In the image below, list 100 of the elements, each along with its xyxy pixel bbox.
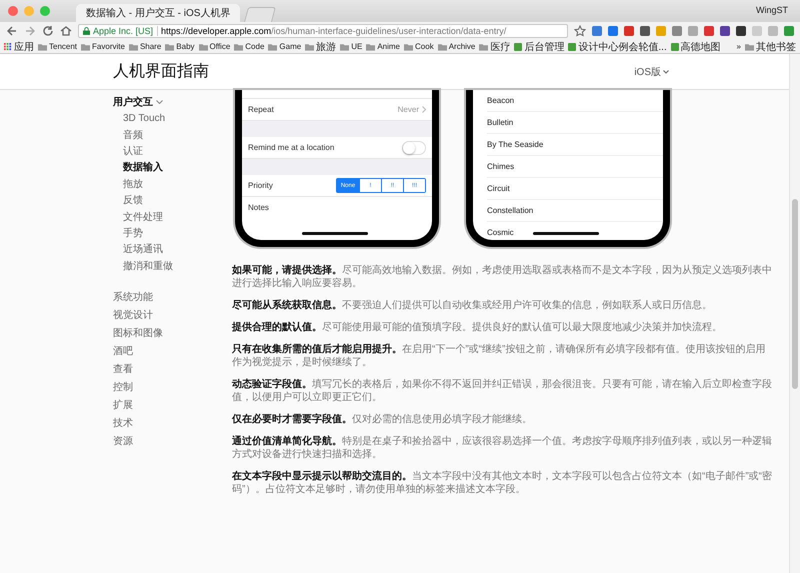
platform-menu[interactable]: iOS版 <box>634 64 669 78</box>
bookmark[interactable]: Game <box>268 42 302 51</box>
bookmark[interactable]: 设计中心例会轮值... <box>568 40 667 54</box>
lock-icon <box>83 27 90 35</box>
star-icon[interactable] <box>574 25 586 37</box>
row-label: Notes <box>248 203 269 212</box>
bookmark[interactable]: 后台管理 <box>514 40 564 54</box>
guideline-paragraph: 在文本字段中显示提示以帮助交流目的。当文本字段中没有其他文本时，文本字段可以包含占位符文本（如“电子邮件”或“密码”）。占位符文本足够时，请勿使用单独的标签来描述文本字段。 <box>232 470 773 496</box>
home-indicator <box>533 232 599 235</box>
folder-icon <box>165 42 174 50</box>
forward-icon[interactable] <box>24 25 36 37</box>
sidebar-item[interactable]: 扩展 <box>113 396 230 414</box>
sidebar-item[interactable]: 图标和图像 <box>113 324 230 342</box>
folder-icon <box>479 42 488 50</box>
guideline-paragraph: 只有在收集所需的值后才能启用提升。在启用“下一个”或“继续”按钮之前，请确保所有必填字段都有值。使用该按钮的启用作为视觉提示，是时候继续了。 <box>232 343 766 369</box>
bookmark[interactable]: Favorvite <box>81 42 125 51</box>
bookmark[interactable]: Tencent <box>38 42 78 51</box>
site-favicon-icon <box>670 42 679 50</box>
guideline-paragraph: 如果可能，请提供选择。尽可能高效地输入数据。例如，考虑使用选取器或表格而不是文本字段，因为从预定义选项列表中进行选择比输入响应要容易。 <box>232 264 773 290</box>
sidebar-item[interactable]: 查看 <box>113 360 230 378</box>
sidebar-subitem[interactable]: 撤消和重做 <box>123 258 230 274</box>
sidebar-item[interactable]: 技术 <box>113 414 230 432</box>
toggle-switch[interactable] <box>402 140 426 154</box>
sidebar-subitem[interactable]: 手势 <box>123 224 230 242</box>
bookmark[interactable]: Cook <box>404 42 434 51</box>
bookmark[interactable]: Baby <box>165 42 195 51</box>
guideline-paragraph: 动态验证字段值。填写冗长的表格后，如果你不得不返回并纠正错误，那会很沮丧。只要有可能，请在输入后立即检查字段值，以便用户可以立即更正它们。 <box>232 378 773 404</box>
sidebar-subitem[interactable]: 认证 <box>123 142 230 160</box>
chevron-right-icon <box>422 106 426 113</box>
bookmark[interactable]: Code <box>234 42 264 51</box>
browser-tab[interactable]: 数据输入 - 用户交互 - iOS人机界 <box>76 4 240 22</box>
chevron-down-icon <box>663 70 669 74</box>
bookmark[interactable]: UE <box>340 42 362 51</box>
guideline-paragraph: 仅在必要时才需要字段值。仅对必需的信息使用必填字段才能继续。 <box>232 413 533 426</box>
back-icon[interactable] <box>6 25 18 37</box>
scrollbar-thumb[interactable] <box>792 199 798 389</box>
row-label: Repeat <box>248 105 274 114</box>
sidebar-item[interactable]: 视觉设计 <box>113 306 230 324</box>
close-icon[interactable] <box>8 6 18 16</box>
sidebar-item[interactable]: 资源 <box>113 432 230 450</box>
bookmark[interactable]: Office <box>198 42 230 51</box>
bookmark[interactable]: 高德地图 <box>670 40 721 54</box>
minimize-icon[interactable] <box>24 6 34 16</box>
bookmark[interactable]: Archive <box>438 42 476 51</box>
guideline-paragraph: 通过价值清单简化导航。特别是在桌子和捡拾器中，应该很容易选择一个值。考虑按字母顺序排列值列表，或以另一种逻辑方式对设备进行快速扫描和选择。 <box>232 435 773 461</box>
bookmark[interactable]: 医疗 <box>479 40 510 54</box>
bookmark[interactable]: 其他书签 <box>745 40 796 54</box>
folder-icon <box>404 42 414 50</box>
sidebar-subitem[interactable]: 音频 <box>123 126 230 143</box>
profile-name[interactable]: WingST <box>756 5 788 15</box>
maximize-icon[interactable] <box>40 6 50 16</box>
folder-icon <box>268 42 278 50</box>
folder-icon <box>745 42 754 50</box>
list-item[interactable]: By The Seaside <box>487 134 663 156</box>
folder-icon <box>340 42 350 50</box>
sidebar-subitem[interactable]: 拖放 <box>123 176 230 192</box>
url-text: https://developer.apple.com/ios/human-interface-guidelines/user-interaction/data-entry/ <box>161 26 506 36</box>
sidebar-subitem[interactable]: 近场通讯 <box>123 241 230 258</box>
folder-icon <box>305 42 314 50</box>
row-label: Remind me at a location <box>248 143 334 152</box>
sidebar-item[interactable]: 酒吧 <box>113 342 230 360</box>
sidebar-subitem[interactable]: 反馈 <box>123 192 230 208</box>
guideline-paragraph: 提供合理的默认值。尽可能使用最可能的值预填字段。提供良好的默认值可以最大限度地减少决策并加快流程。 <box>232 321 723 334</box>
home-icon[interactable] <box>60 25 72 37</box>
sidebar-subitem[interactable]: 文件处理 <box>123 208 230 225</box>
list-item[interactable]: Constellation <box>487 200 663 222</box>
folder-icon <box>198 42 208 50</box>
sidebar-subitem[interactable]: 数据输入 <box>123 159 230 176</box>
bookmark[interactable]: 应用 <box>4 40 34 54</box>
home-indicator <box>302 232 368 235</box>
new-tab-button[interactable] <box>244 7 276 22</box>
sidebar-item[interactable]: 用户交互 <box>113 94 230 110</box>
site-favicon-icon <box>514 42 522 50</box>
folder-icon <box>438 42 447 50</box>
folder-icon <box>234 42 244 50</box>
folder-icon <box>81 42 90 50</box>
reload-icon[interactable] <box>42 25 54 37</box>
bookmark[interactable]: 旅游 <box>305 40 336 54</box>
folder-icon <box>38 42 47 50</box>
address-bar[interactable]: Apple Inc. [US] https://developer.apple.com/ios/human-interface-guidelines/user-interaction/data-entry/ <box>78 24 568 38</box>
bookmark[interactable]: Share <box>128 42 162 51</box>
sidebar-subitem[interactable]: 3D Touch <box>123 110 230 126</box>
guideline-paragraph: 尽可能从系统获取信息。不要强迫人们提供可以自动收集或经用户许可收集的信息，例如联系人或日历信息。 <box>232 299 713 312</box>
list-item[interactable]: Circuit <box>487 178 663 200</box>
list-item[interactable]: Bulletin <box>487 112 663 134</box>
row-value: Never <box>398 105 419 114</box>
site-title[interactable]: 人机界面指南 <box>113 61 209 82</box>
folder-icon <box>128 42 138 50</box>
folder-icon <box>366 42 376 50</box>
chevron-down-icon <box>156 100 163 104</box>
scrollbar-track[interactable] <box>789 54 800 573</box>
sidebar-item[interactable]: 控制 <box>113 378 230 396</box>
bookmark[interactable]: Anime <box>366 42 400 51</box>
sidebar-item[interactable]: 系统功能 <box>113 288 230 306</box>
list-item[interactable]: Beacon <box>487 90 663 112</box>
more-bookmarks-chevron[interactable]: » <box>736 42 741 51</box>
site-favicon-icon <box>568 42 576 50</box>
list-item[interactable]: Chimes <box>487 156 663 178</box>
row-label: Priority <box>248 181 273 190</box>
site-identity: Apple Inc. [US] <box>93 26 158 36</box>
